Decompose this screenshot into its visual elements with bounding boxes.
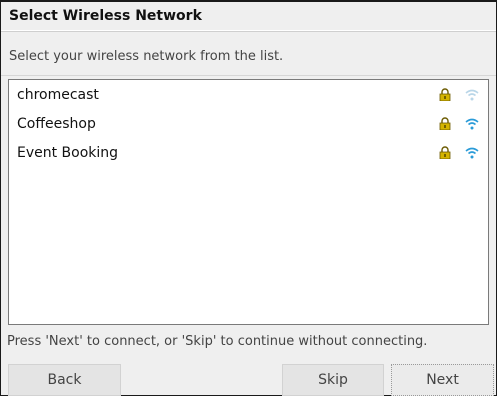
dialog-title: Select Wireless Network (9, 8, 202, 24)
lock-icon (439, 117, 451, 130)
wifi-strong-icon (465, 147, 479, 158)
dialog-subtitle: Select your wireless network from the li… (9, 49, 284, 64)
wifi-weak-icon (465, 89, 479, 100)
instruction-text: Press 'Next' to connect, or 'Skip' to co… (7, 334, 428, 349)
subtitle-divider (1, 75, 496, 76)
network-list-item[interactable]: Event Booking (9, 138, 488, 167)
network-list-item[interactable]: chromecast (9, 80, 488, 109)
title-divider-shadow (1, 31, 496, 32)
network-name: Event Booking (17, 144, 119, 161)
skip-button[interactable]: Skip (282, 364, 384, 396)
network-list[interactable]: chromecast Coffeeshop Event Booking (8, 79, 489, 325)
network-list-item[interactable]: Coffeeshop (9, 109, 488, 138)
lock-icon (439, 88, 451, 101)
next-button[interactable]: Next (391, 364, 494, 396)
lock-icon (439, 146, 451, 159)
network-name: chromecast (17, 86, 99, 103)
network-name: Coffeeshop (17, 115, 96, 132)
wifi-strong-icon (465, 118, 479, 129)
wireless-network-dialog: Select Wireless Network Select your wire… (0, 0, 497, 396)
back-button[interactable]: Back (8, 364, 121, 396)
